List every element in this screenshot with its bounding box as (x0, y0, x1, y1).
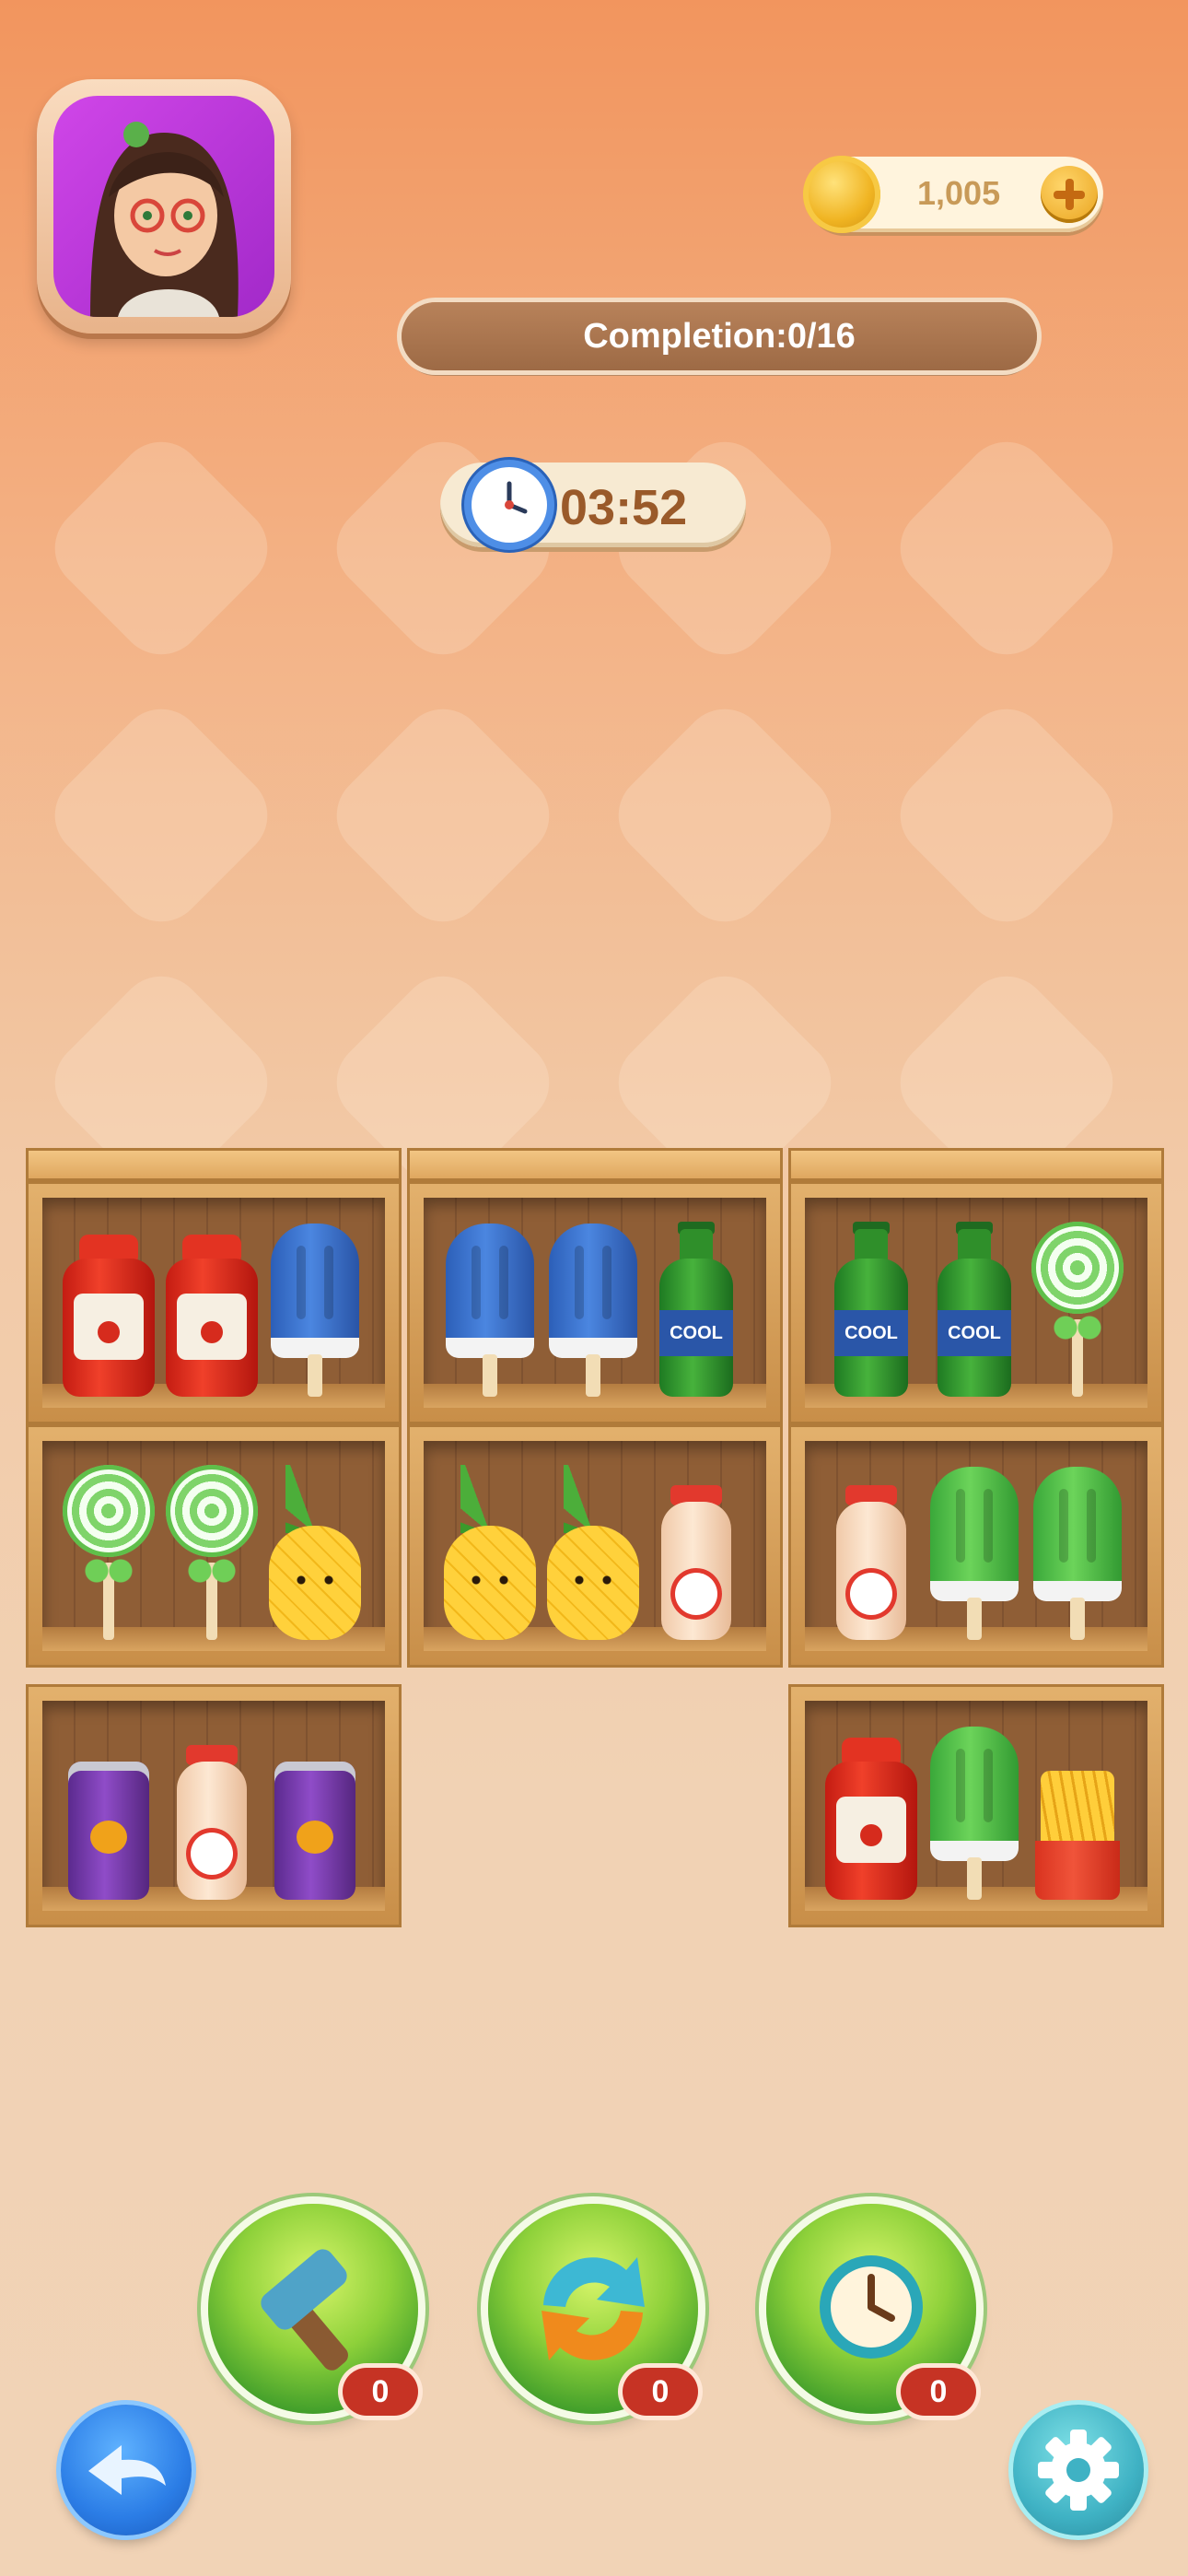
gear-icon (1038, 2430, 1119, 2511)
green-popsicle-item[interactable] (925, 1725, 1024, 1900)
timer-value: 03:52 (560, 480, 688, 535)
player-avatar[interactable] (37, 79, 291, 334)
shelf-cell[interactable] (26, 1684, 402, 1927)
hammer-count-badge: 0 (343, 2368, 418, 2416)
grape-can-item[interactable] (265, 1725, 365, 1900)
background-tile (37, 691, 285, 940)
timer: 03:52 (440, 463, 746, 547)
background-tile (319, 424, 567, 673)
fries-item[interactable] (1028, 1725, 1127, 1900)
soda-item[interactable]: COOL (821, 1222, 921, 1397)
coin-icon (803, 156, 880, 233)
soda-item[interactable]: COOL (646, 1222, 746, 1397)
background-tile (600, 691, 849, 940)
shelf-cell[interactable]: COOL (407, 1181, 783, 1424)
blue-popsicle-item[interactable] (265, 1222, 365, 1397)
shelf-top (788, 1148, 1164, 1181)
background-tile (319, 691, 567, 940)
shelf-cell[interactable] (26, 1181, 402, 1424)
clock-icon (472, 467, 547, 543)
ketchup-item[interactable] (821, 1725, 921, 1900)
green-popsicle-item[interactable] (1028, 1465, 1127, 1640)
pineapple-item[interactable] (440, 1465, 540, 1640)
shelf-cell[interactable] (26, 1424, 402, 1668)
time-count-badge: 0 (901, 2368, 976, 2416)
shuffle-count-badge: 0 (623, 2368, 698, 2416)
shuffle-powerup-button[interactable]: 0 (488, 2204, 698, 2416)
hammer-powerup-button[interactable]: 0 (208, 2204, 418, 2416)
green-popsicle-item[interactable] (925, 1465, 1024, 1640)
yakult-item[interactable] (821, 1465, 921, 1640)
shelf-cell[interactable]: COOL COOL (788, 1181, 1164, 1424)
back-arrow-icon (88, 2445, 166, 2495)
shelf-cell[interactable] (407, 1424, 783, 1668)
avatar-portrait (53, 96, 274, 317)
shelf-top (26, 1148, 402, 1181)
back-button[interactable] (61, 2405, 192, 2535)
pineapple-item[interactable] (543, 1465, 643, 1640)
soda-item[interactable]: COOL (925, 1222, 1024, 1397)
shelf-cell[interactable] (788, 1424, 1164, 1668)
ketchup-item[interactable] (59, 1222, 158, 1397)
ketchup-item[interactable] (162, 1222, 262, 1397)
time-powerup-button[interactable]: 0 (766, 2204, 976, 2416)
add-coins-button[interactable] (1041, 166, 1098, 223)
grape-can-item[interactable] (59, 1725, 158, 1900)
blue-popsicle-item[interactable] (543, 1222, 643, 1397)
coin-amount: 1,005 (917, 174, 1001, 212)
background-tile (882, 691, 1131, 940)
blue-popsicle-item[interactable] (440, 1222, 540, 1397)
completion-progress: Completion:0/16 (402, 302, 1037, 370)
pineapple-item[interactable] (265, 1465, 365, 1640)
background-tile (37, 424, 285, 673)
yakult-item[interactable] (162, 1725, 262, 1900)
shelf-cell[interactable] (788, 1684, 1164, 1927)
yakult-item[interactable] (646, 1465, 746, 1640)
coin-counter: 1,005 (803, 156, 1103, 233)
lollipop-item[interactable] (1028, 1222, 1127, 1397)
background-tile (882, 424, 1131, 673)
lollipop-item[interactable] (162, 1465, 262, 1640)
lollipop-item[interactable] (59, 1465, 158, 1640)
background-tile (600, 424, 849, 673)
settings-button[interactable] (1013, 2405, 1144, 2535)
shelf-top (407, 1148, 783, 1181)
